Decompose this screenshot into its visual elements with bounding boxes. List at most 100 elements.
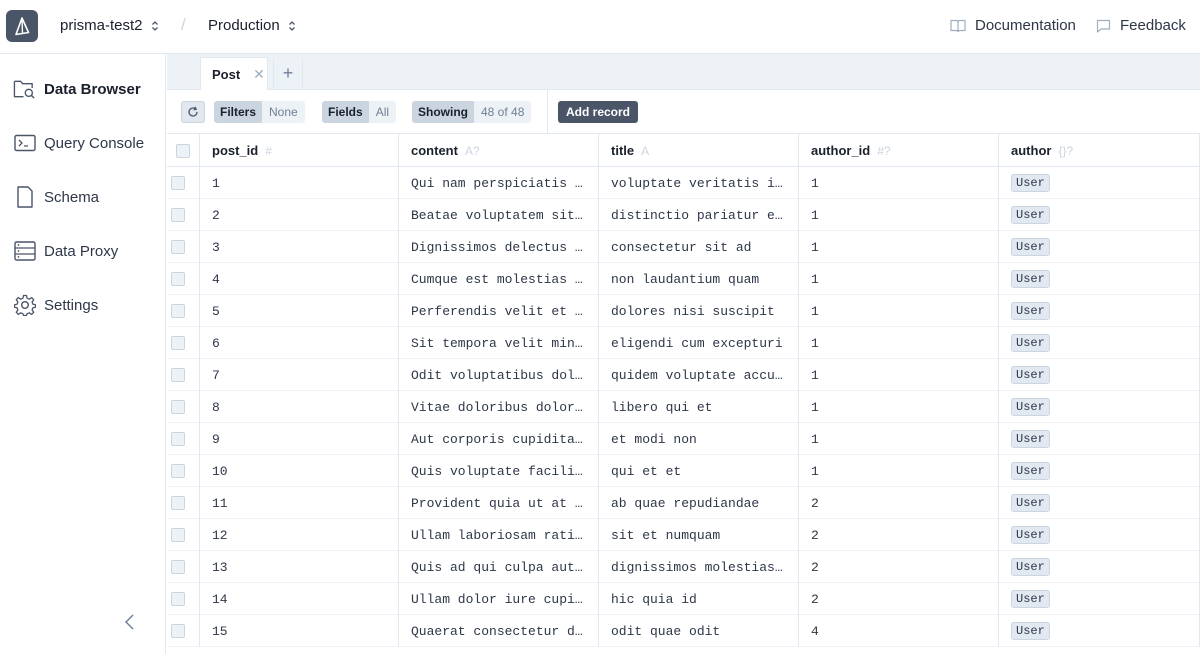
cell-author-id[interactable]: 1 (799, 455, 999, 487)
cell-title[interactable]: quidem voluptate accusamus (599, 359, 799, 391)
cell-title[interactable]: libero qui et (599, 391, 799, 423)
cell-post-id[interactable]: 6 (200, 327, 399, 359)
cell-author-id[interactable]: 1 (799, 391, 999, 423)
cell-title[interactable]: eligendi cum excepturi (599, 327, 799, 359)
relation-badge[interactable]: User (1011, 174, 1050, 192)
cell-post-id[interactable]: 2 (200, 199, 399, 231)
select-all-checkbox[interactable] (176, 143, 190, 158)
cell-post-id[interactable]: 12 (200, 519, 399, 551)
feedback-link[interactable]: Feedback (1096, 17, 1186, 34)
table-row[interactable]: 4 Cumque est molestias quae non laudantium… (167, 263, 1200, 295)
cell-author-id[interactable]: 2 (799, 551, 999, 583)
showing-button[interactable]: Showing 48 of 48 (412, 101, 532, 123)
relation-badge[interactable]: User (1011, 462, 1050, 480)
cell-title[interactable]: dignissimos molestias ut (599, 551, 799, 583)
table-row[interactable]: 14 Ullam dolor iure cupiditate hic quia id… (167, 583, 1200, 615)
relation-badge[interactable]: User (1011, 206, 1050, 224)
cell-content[interactable]: Quis voluptate facilis et (399, 455, 599, 487)
relation-badge[interactable]: User (1011, 622, 1050, 640)
chevron-left-icon[interactable] (122, 612, 138, 632)
cell-post-id[interactable]: 1 (200, 167, 399, 199)
tab-post[interactable]: Post ✕ (200, 57, 268, 90)
relation-badge[interactable]: User (1011, 430, 1050, 448)
cell-author-id[interactable]: 1 (799, 295, 999, 327)
cell-title[interactable]: qui et et (599, 455, 799, 487)
table-row[interactable]: 5 Perferendis velit et dolor dolores nisi … (167, 295, 1200, 327)
table-row[interactable]: 8 Vitae doloribus dolores libero qui et 1 Us… (167, 391, 1200, 423)
row-checkbox[interactable] (171, 464, 185, 478)
cell-post-id[interactable]: 4 (200, 263, 399, 295)
prisma-logo-icon[interactable] (6, 10, 38, 42)
cell-title[interactable]: odit quae odit (599, 615, 799, 647)
table-row[interactable]: 2 Beatae voluptatem sit amet distinctio pa… (167, 199, 1200, 231)
cell-title[interactable]: hic quia id (599, 583, 799, 615)
cell-content[interactable]: Ullam laboriosam ratione (399, 519, 599, 551)
sidebar-item-data-browser[interactable]: Data Browser (13, 76, 141, 102)
cell-title[interactable]: voluptate veritatis iusto (599, 167, 799, 199)
cell-content[interactable]: Qui nam perspiciatis architecto (399, 167, 599, 199)
cell-post-id[interactable]: 8 (200, 391, 399, 423)
cell-author-id[interactable]: 1 (799, 231, 999, 263)
row-checkbox[interactable] (171, 592, 185, 606)
table-row[interactable]: 1 Qui nam perspiciatis architecto voluptat… (167, 167, 1200, 199)
relation-badge[interactable]: User (1011, 238, 1050, 256)
cell-title[interactable]: non laudantium quam (599, 263, 799, 295)
column-header-post-id[interactable]: post_id # (200, 134, 399, 167)
cell-author-id[interactable]: 4 (799, 615, 999, 647)
relation-badge[interactable]: User (1011, 366, 1050, 384)
table-row[interactable]: 3 Dignissimos delectus quia consectetur si… (167, 231, 1200, 263)
cell-content[interactable]: Cumque est molestias quae (399, 263, 599, 295)
row-checkbox[interactable] (171, 560, 185, 574)
cell-content[interactable]: Odit voluptatibus dolorem (399, 359, 599, 391)
cell-author-id[interactable]: 1 (799, 423, 999, 455)
cell-post-id[interactable]: 9 (200, 423, 399, 455)
relation-badge[interactable]: User (1011, 590, 1050, 608)
cell-author-id[interactable]: 1 (799, 359, 999, 391)
table-row[interactable]: 10 Quis voluptate facilis et qui et et 1 Use… (167, 455, 1200, 487)
row-checkbox[interactable] (171, 240, 185, 254)
sidebar-item-data-proxy[interactable]: Data Proxy (13, 238, 118, 264)
row-checkbox[interactable] (171, 496, 185, 510)
table-row[interactable]: 15 Quaerat consectetur dolor odit quae odi… (167, 615, 1200, 647)
column-header-author[interactable]: author {}? (999, 134, 1200, 167)
cell-content[interactable]: Quis ad qui culpa autem (399, 551, 599, 583)
cell-author-id[interactable]: 2 (799, 583, 999, 615)
add-record-button[interactable]: Add record (558, 101, 639, 123)
sidebar-item-settings[interactable]: Settings (13, 292, 98, 318)
filters-button[interactable]: Filters None (214, 101, 305, 123)
relation-badge[interactable]: User (1011, 334, 1050, 352)
documentation-link[interactable]: Documentation (950, 17, 1076, 34)
column-header-content[interactable]: content A? (399, 134, 599, 167)
cell-post-id[interactable]: 15 (200, 615, 399, 647)
cell-content[interactable]: Perferendis velit et dolor (399, 295, 599, 327)
cell-author-id[interactable]: 1 (799, 263, 999, 295)
table-row[interactable]: 9 Aut corporis cupiditate et modi non 1 User (167, 423, 1200, 455)
cell-author-id[interactable]: 1 (799, 327, 999, 359)
cell-title[interactable]: consectetur sit ad (599, 231, 799, 263)
cell-content[interactable]: Dignissimos delectus quia (399, 231, 599, 263)
cell-content[interactable]: Provident quia ut at ea (399, 487, 599, 519)
cell-title[interactable]: dolores nisi suscipit (599, 295, 799, 327)
cell-post-id[interactable]: 13 (200, 551, 399, 583)
project-selector[interactable]: prisma-test2 (60, 17, 159, 34)
refresh-button[interactable] (181, 101, 205, 123)
cell-post-id[interactable]: 14 (200, 583, 399, 615)
cell-content[interactable]: Sit tempora velit minima (399, 327, 599, 359)
table-row[interactable]: 11 Provident quia ut at ea ab quae repudia… (167, 487, 1200, 519)
cell-content[interactable]: Aut corporis cupiditate (399, 423, 599, 455)
cell-content[interactable]: Vitae doloribus dolores (399, 391, 599, 423)
cell-content[interactable]: Beatae voluptatem sit amet (399, 199, 599, 231)
row-checkbox[interactable] (171, 208, 185, 222)
table-row[interactable]: 7 Odit voluptatibus dolorem quidem volupta… (167, 359, 1200, 391)
row-checkbox[interactable] (171, 528, 185, 542)
cell-author-id[interactable]: 2 (799, 519, 999, 551)
row-checkbox[interactable] (171, 400, 185, 414)
relation-badge[interactable]: User (1011, 558, 1050, 576)
table-row[interactable]: 6 Sit tempora velit minima eligendi cum ex… (167, 327, 1200, 359)
cell-post-id[interactable]: 3 (200, 231, 399, 263)
cell-author-id[interactable]: 1 (799, 167, 999, 199)
table-row[interactable]: 12 Ullam laboriosam ratione sit et numquam… (167, 519, 1200, 551)
environment-selector[interactable]: Production (208, 17, 296, 34)
cell-author-id[interactable]: 1 (799, 199, 999, 231)
cell-post-id[interactable]: 11 (200, 487, 399, 519)
